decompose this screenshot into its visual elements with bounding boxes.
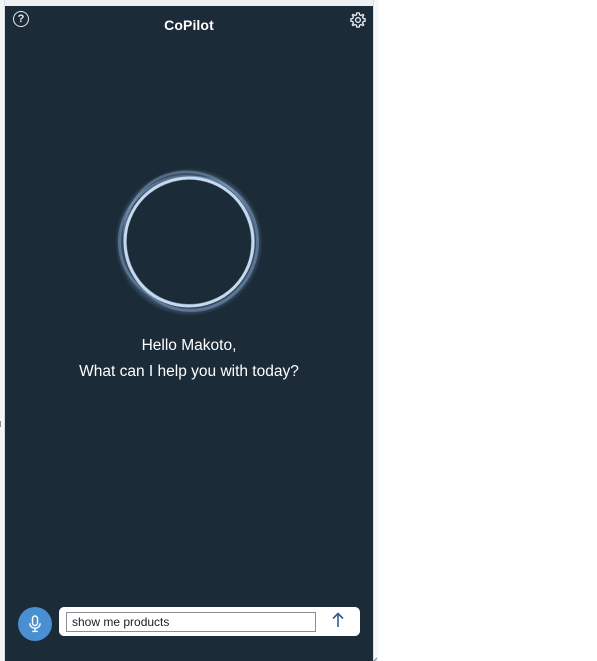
- chat-input[interactable]: [66, 612, 316, 632]
- chat-composer: [59, 607, 360, 636]
- microphone-button[interactable]: [18, 607, 52, 641]
- edge-marker: [0, 421, 4, 427]
- gear-icon: [350, 12, 366, 28]
- screen: ? CoPilot Hello Makoto, What can I help …: [0, 0, 597, 661]
- arrow-up-icon: [332, 612, 344, 627]
- resize-grip-graphic: [373, 657, 378, 661]
- send-button[interactable]: [327, 609, 349, 631]
- right-window-edge: [373, 0, 379, 661]
- microphone-icon: [29, 615, 41, 633]
- resize-grip-icon[interactable]: [369, 652, 378, 661]
- greeting-message: Hello Makoto, What can I help you with t…: [5, 333, 373, 385]
- greeting-line-2: What can I help you with today?: [79, 363, 299, 380]
- orb-graphic: [115, 168, 263, 316]
- copilot-panel: ? CoPilot Hello Makoto, What can I help …: [5, 6, 378, 661]
- app-title: CoPilot: [164, 17, 214, 33]
- panel-header: ? CoPilot: [5, 6, 373, 46]
- assistant-orb: [113, 166, 265, 318]
- greeting-line-1: Hello Makoto,: [141, 337, 237, 354]
- settings-button[interactable]: [349, 11, 367, 29]
